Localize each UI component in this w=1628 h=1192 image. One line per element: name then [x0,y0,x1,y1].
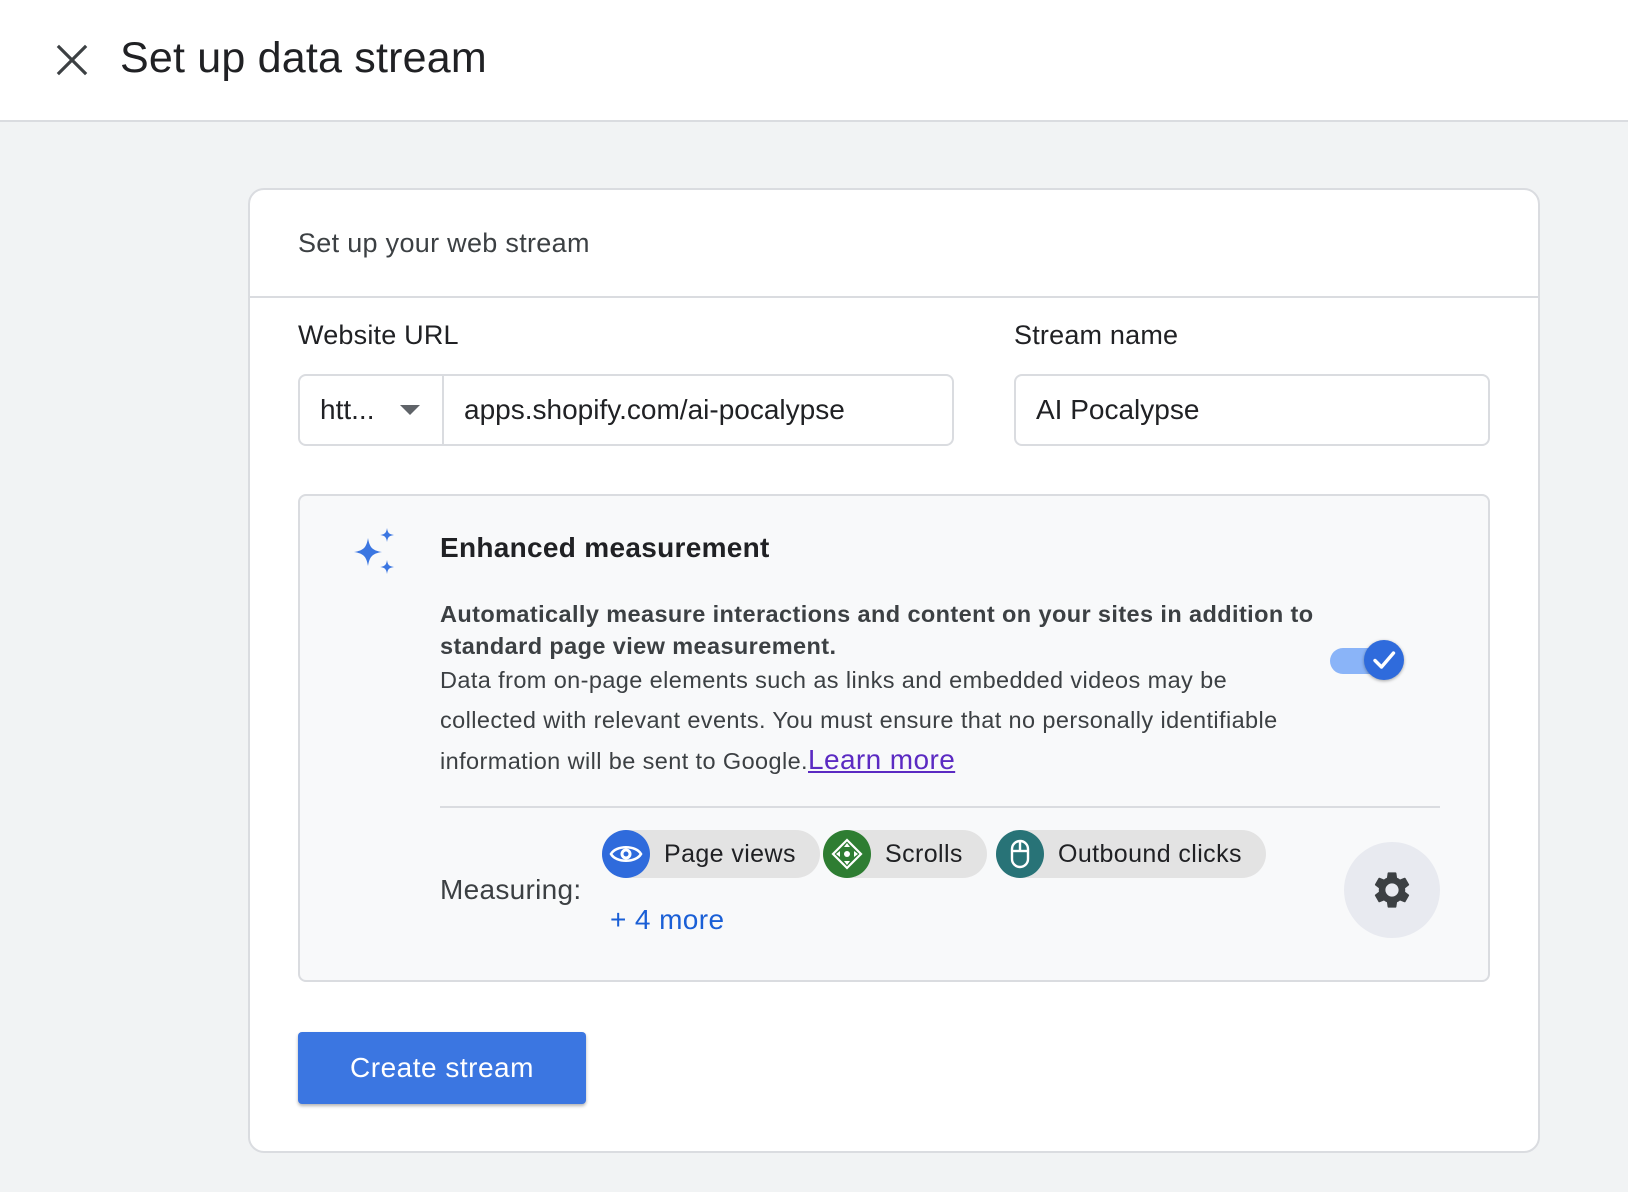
stream-name-input[interactable]: AI Pocalypse [1014,374,1490,446]
enhanced-measurement-toggle[interactable] [1330,640,1404,680]
eye-icon [602,830,650,878]
stream-name-label: Stream name [1014,320,1179,350]
divider [440,806,1440,808]
protocol-select[interactable]: htt... [300,376,444,444]
close-button[interactable] [46,34,98,86]
card-title: Set up your web stream [298,227,590,258]
toggle-thumb [1364,640,1404,680]
chip-page-views: Page views [602,830,820,878]
enhanced-measurement-summary: Automatically measure interactions and c… [440,601,1314,659]
chip-label: Outbound clicks [1058,839,1242,868]
learn-more-link[interactable]: Learn more [808,744,955,775]
gear-icon [1374,872,1410,908]
chip-label: Scrolls [885,839,963,868]
sparkle-icon [354,528,394,574]
website-url-field: htt... apps.shopify.com/ai-pocalypse [298,374,954,446]
more-events-link[interactable]: + 4 more [610,904,724,936]
scroll-icon [823,830,871,878]
enhanced-measurement-description: Data from on-page elements such as links… [440,660,1320,781]
page-title: Set up data stream [120,34,487,82]
website-url-input[interactable]: apps.shopify.com/ai-pocalypse [444,376,952,444]
chip-label: Page views [664,839,796,868]
enhanced-measurement-panel: Enhanced measurement Automatically measu… [298,494,1490,982]
close-icon [56,44,88,76]
enhanced-measurement-title: Enhanced measurement [440,532,770,563]
web-stream-card: Set up your web stream Website URL htt..… [248,188,1540,1153]
website-url-label: Website URL [298,320,459,350]
mouse-icon [996,830,1044,878]
create-stream-button[interactable]: Create stream [298,1032,586,1104]
protocol-value: htt... [320,394,375,425]
chip-outbound-clicks: Outbound clicks [996,830,1266,878]
chevron-down-icon [400,405,421,415]
chip-scrolls: Scrolls [823,830,987,878]
measuring-label: Measuring: [440,874,582,905]
top-bar: Set up data stream [0,0,1628,122]
card-header: Set up your web stream [250,190,1538,298]
check-icon [1373,651,1396,669]
settings-button[interactable] [1344,842,1440,938]
